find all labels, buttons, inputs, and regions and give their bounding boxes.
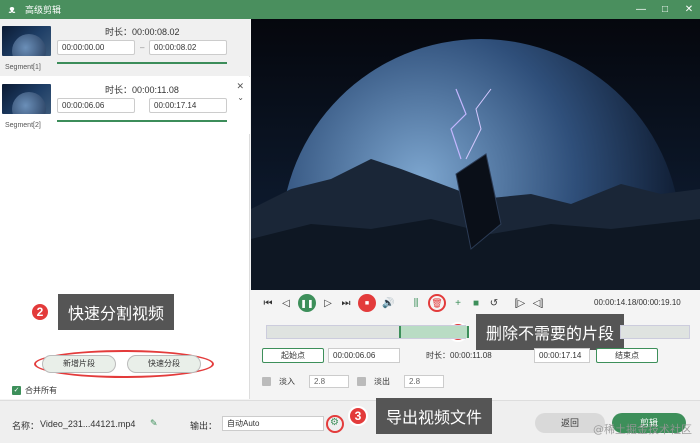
skip-start-icon[interactable]: ⏮ [262, 298, 274, 309]
skip-end-icon[interactable]: ⏭ [340, 298, 352, 309]
split-icon[interactable]: ⫼ [410, 298, 422, 309]
callout-text: 导出视频文件 [376, 398, 493, 434]
segment-thumbnail [2, 26, 51, 56]
fade-row: 淡入 2.8 淡出 2.8 [262, 374, 444, 388]
start-point-field[interactable]: 00:00:06.06 [328, 348, 400, 363]
add-icon[interactable]: + [452, 298, 464, 309]
merge-all-label: 合并所有 [25, 386, 57, 395]
video-preview[interactable] [251, 19, 700, 290]
segment-end-field[interactable]: 00:00:08.02 [149, 40, 227, 55]
cut-icon[interactable]: ■ [470, 298, 482, 309]
delete-icon[interactable]: 🗑 [428, 294, 446, 312]
file-name-value: Video_231...44121.mp4 [40, 419, 136, 429]
stop-button[interactable]: ■ [358, 294, 376, 312]
volume-icon[interactable]: 🔊 [382, 298, 394, 309]
segment-item[interactable]: Segment[2] 时长：00:00:11.08 00:00:06.06 00… [0, 77, 250, 134]
callout-text: 删除不需要的片段 [476, 314, 625, 350]
end-point-field[interactable]: 00:00:17.14 [534, 348, 590, 363]
output-select[interactable]: 自动Auto [222, 416, 324, 431]
segment-progress [57, 120, 227, 122]
fade-out-input[interactable]: 2.8 [404, 374, 444, 388]
chevron-down-icon[interactable]: ⌄ [237, 93, 244, 102]
timeline-selection[interactable] [399, 326, 469, 338]
previous-frame-icon[interactable]: ◁ [280, 298, 292, 309]
fade-in-input[interactable]: 2.8 [309, 374, 349, 388]
time-separator: – [140, 43, 145, 52]
fade-out-label: 淡出 [374, 376, 390, 386]
minimize-button[interactable]: — [636, 4, 646, 15]
window-title: 高级剪辑 [25, 5, 62, 15]
close-button[interactable]: ✕ [684, 4, 694, 15]
segment-duration: 时长：00:00:08.02 [105, 27, 180, 37]
segment-end-field[interactable]: 00:00:17.14 [149, 98, 227, 113]
title-bar: ᴥ 高级剪辑 — □ ✕ [0, 0, 700, 19]
callout-text: 快速分割视频 [58, 294, 175, 330]
trim-duration: 时长：00:00:11.08 [426, 351, 492, 360]
maximize-button[interactable]: □ [660, 4, 670, 15]
next-frame-icon[interactable]: ▷ [322, 298, 334, 309]
start-point-button[interactable]: 起始点 [262, 348, 324, 363]
end-point-button[interactable]: 结束点 [596, 348, 658, 363]
new-segment-button[interactable]: 新增片段 [42, 355, 116, 373]
gear-icon[interactable]: ⚙ [330, 417, 339, 428]
mark-out-icon[interactable]: ◁] [532, 298, 544, 309]
segment-start-field[interactable]: 00:00:06.06 [57, 98, 135, 113]
watermark: @稀土掘金技术社区 [593, 423, 692, 436]
edit-icon[interactable]: ✎ [150, 418, 158, 429]
segment-start-field[interactable]: 00:00:00.00 [57, 40, 135, 55]
callout-badge: 3 [348, 406, 368, 426]
fade-in-label: 淡入 [279, 376, 295, 386]
segment-duration: 时长：00:00:11.08 [105, 85, 179, 95]
callout-1: 1 删除不需要的片段 [448, 314, 625, 350]
undo-icon[interactable]: ↺ [488, 298, 500, 309]
segment-item[interactable]: Segment[1] 时长：00:00:08.02 00:00:00.00 – … [0, 19, 250, 76]
close-icon[interactable]: ✕ [236, 81, 244, 92]
fade-in-checkbox[interactable] [262, 376, 271, 386]
checkmark-icon: ✓ [12, 386, 21, 395]
segment-panel: Segment[1] 时长：00:00:08.02 00:00:00.00 – … [0, 19, 250, 399]
playback-toolbar: ⏮ ◁ ❚❚ ▷ ⏭ ■ 🔊 ⫼ 🗑 + ■ ↺ [▷ ◁] [262, 294, 544, 312]
timeline-track[interactable] [266, 325, 469, 339]
segment-progress [57, 62, 227, 64]
fade-out-checkbox[interactable] [357, 376, 366, 386]
segment-label: Segment[2] [5, 122, 41, 129]
bunny-logo-icon: ᴥ [8, 3, 16, 16]
file-name-label: 名称： [12, 421, 40, 431]
output-label: 输出： [190, 421, 218, 431]
quick-split-button[interactable]: 快速分段 [127, 355, 201, 373]
preview-frame [251, 19, 700, 290]
callout-2: 2 快速分割视频 [30, 294, 175, 330]
mark-in-icon[interactable]: [▷ [514, 298, 526, 309]
merge-all-checkbox[interactable]: ✓ 合并所有 [12, 385, 57, 396]
segment-label: Segment[1] [5, 64, 41, 71]
callout-3: 3 导出视频文件 [348, 398, 493, 434]
segment-thumbnail [2, 84, 51, 114]
trim-row: 起始点 00:00:06.06 时长：00:00:11.08 00:00:17.… [262, 348, 658, 363]
callout-badge: 2 [30, 302, 50, 322]
timecode: 00:00:14.18/00:00:19.10 [594, 298, 681, 307]
pause-button[interactable]: ❚❚ [298, 294, 316, 312]
timeline-track-end[interactable] [620, 325, 690, 339]
